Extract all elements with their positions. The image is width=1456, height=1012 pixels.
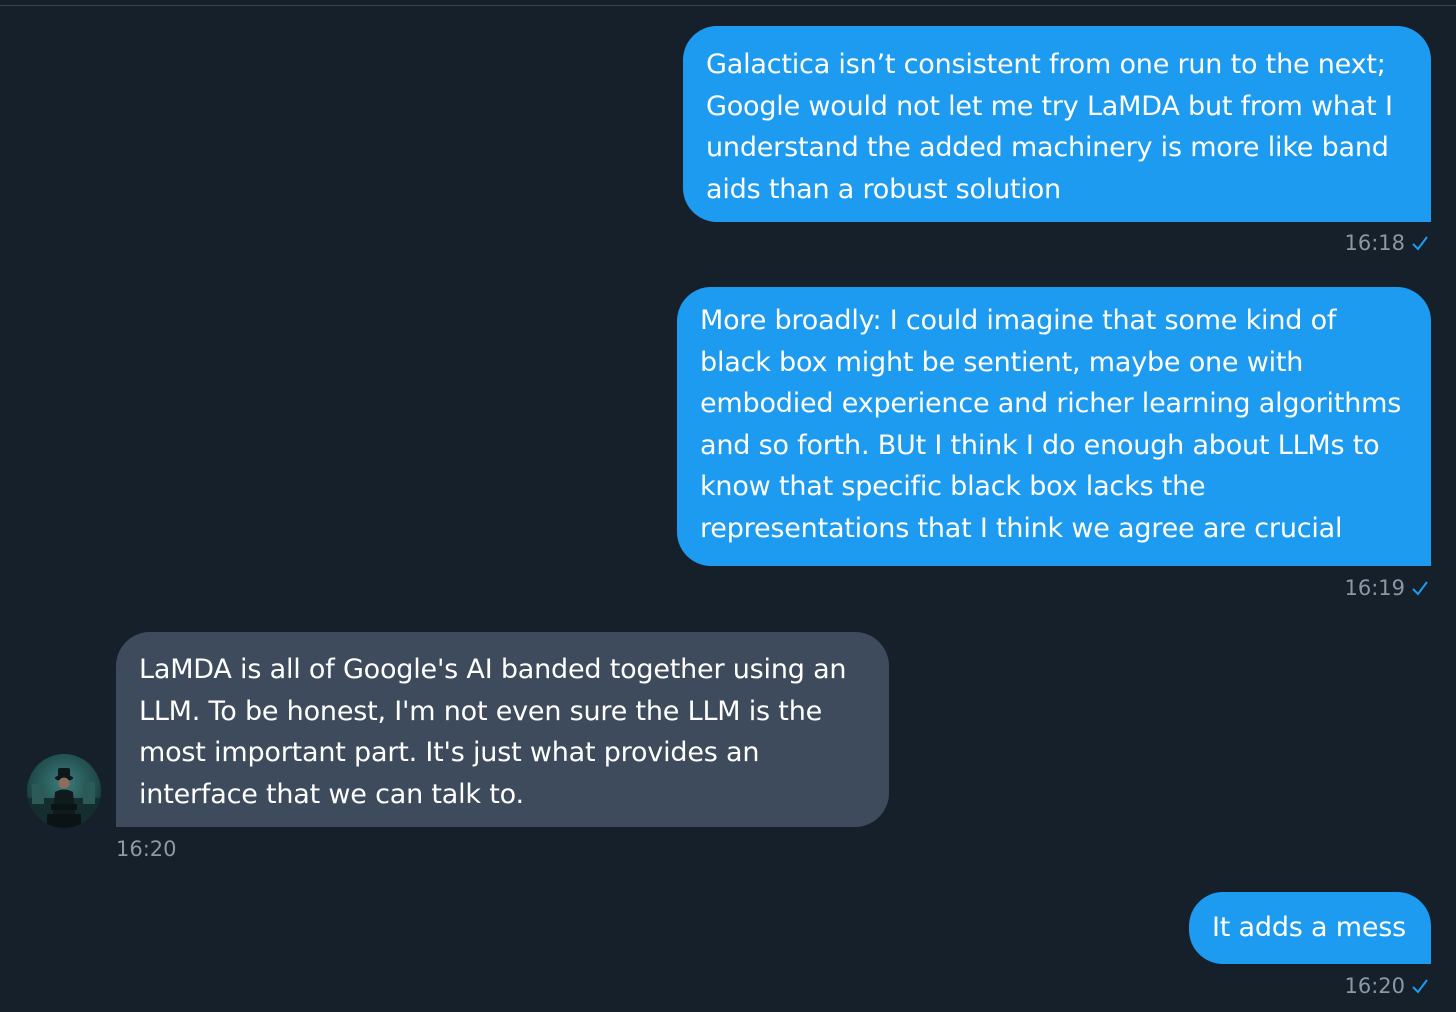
message-timestamp: 16:20 [1344,974,1405,998]
message-meta: 16:18 [1344,231,1429,255]
message-bubble-received[interactable]: LaMDA is all of Google's AI banded toget… [116,632,889,827]
message-bubble-sent[interactable]: It adds a mess [1189,892,1431,964]
message-bubble-sent[interactable]: Galactica isn’t consistent from one run … [683,26,1431,222]
message-meta: 16:19 [1344,576,1429,600]
message-meta: 16:20 [116,837,177,861]
check-icon [1412,236,1428,251]
message-timestamp: 16:19 [1344,576,1405,600]
avatar-image [27,754,101,828]
user-avatar[interactable] [27,754,101,828]
message-meta: 16:20 [1344,974,1429,998]
message-timestamp: 16:20 [116,837,177,861]
top-divider [0,5,1456,6]
message-timestamp: 16:18 [1344,231,1405,255]
check-icon [1412,979,1428,994]
check-icon [1412,581,1428,596]
message-bubble-sent[interactable]: More broadly: I could imagine that some … [677,287,1431,566]
